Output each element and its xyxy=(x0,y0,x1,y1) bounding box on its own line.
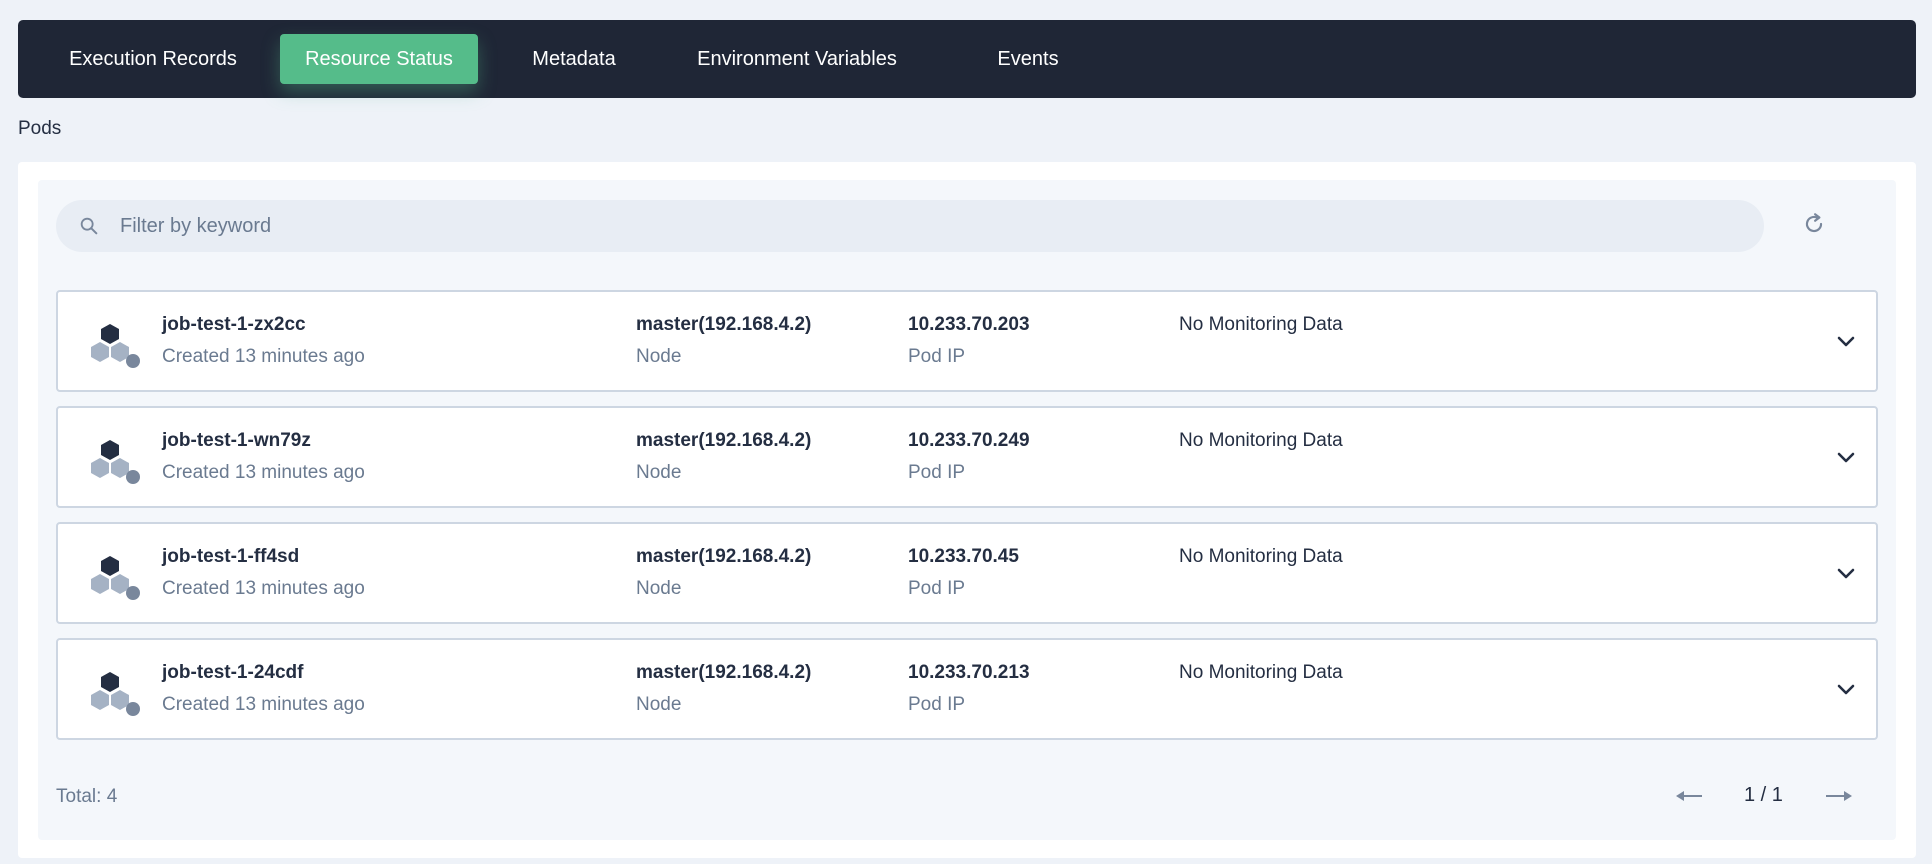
chevron-down-icon[interactable] xyxy=(1834,678,1858,702)
pod-icon xyxy=(91,672,140,716)
search-bar[interactable] xyxy=(56,200,1764,252)
pod-monitoring: No Monitoring Data xyxy=(1179,430,1343,451)
pod-node: master(192.168.4.2) xyxy=(636,314,812,335)
pod-monitoring: No Monitoring Data xyxy=(1179,662,1343,683)
pod-ip: 10.233.70.249 xyxy=(908,430,1030,451)
pod-name[interactable]: job-test-1-zx2cc xyxy=(162,314,306,336)
pod-name[interactable]: job-test-1-wn79z xyxy=(162,430,311,452)
pod-node-label: Node xyxy=(636,462,682,483)
pod-row[interactable]: job-test-1-zx2cc Created 13 minutes ago … xyxy=(56,290,1878,392)
pod-row[interactable]: job-test-1-ff4sd Created 13 minutes ago … xyxy=(56,522,1878,624)
chevron-down-icon[interactable] xyxy=(1834,446,1858,470)
tab-execution-records[interactable]: Execution Records xyxy=(46,34,260,84)
pod-ip: 10.233.70.213 xyxy=(908,662,1030,683)
chevron-down-icon[interactable] xyxy=(1834,562,1858,586)
pod-node: master(192.168.4.2) xyxy=(636,662,812,683)
search-icon xyxy=(80,217,98,235)
pod-ip: 10.233.70.203 xyxy=(908,314,1030,335)
search-input[interactable] xyxy=(120,200,1740,252)
tab-metadata[interactable]: Metadata xyxy=(512,34,636,84)
pod-icon xyxy=(91,556,140,600)
pods-panel: job-test-1-zx2cc Created 13 minutes ago … xyxy=(18,162,1916,858)
pod-created: Created 13 minutes ago xyxy=(162,346,365,367)
section-title: Pods xyxy=(18,118,62,139)
pod-node-label: Node xyxy=(636,578,682,599)
pods-container: job-test-1-zx2cc Created 13 minutes ago … xyxy=(38,180,1896,840)
tab-bar: Execution Records Resource Status Metada… xyxy=(18,20,1916,98)
tab-events[interactable]: Events xyxy=(978,34,1078,84)
pod-monitoring: No Monitoring Data xyxy=(1179,546,1343,567)
pod-node: master(192.168.4.2) xyxy=(636,546,812,567)
tab-resource-status[interactable]: Resource Status xyxy=(280,34,478,84)
pod-ip-label: Pod IP xyxy=(908,462,966,483)
pod-node-label: Node xyxy=(636,694,682,715)
pod-ip: 10.233.70.45 xyxy=(908,546,1019,567)
pod-monitoring: No Monitoring Data xyxy=(1179,314,1343,335)
arrow-left-icon[interactable] xyxy=(1674,784,1704,808)
pod-row[interactable]: job-test-1-24cdf Created 13 minutes ago … xyxy=(56,638,1878,740)
pod-name[interactable]: job-test-1-24cdf xyxy=(162,662,303,684)
pod-icon xyxy=(91,324,140,368)
pod-node: master(192.168.4.2) xyxy=(636,430,812,451)
total-count: Total: 4 xyxy=(56,786,118,807)
pod-created: Created 13 minutes ago xyxy=(162,694,365,715)
pod-created: Created 13 minutes ago xyxy=(162,462,365,483)
chevron-down-icon[interactable] xyxy=(1834,330,1858,354)
pod-node-label: Node xyxy=(636,346,682,367)
pod-name[interactable]: job-test-1-ff4sd xyxy=(162,546,299,568)
pod-ip-label: Pod IP xyxy=(908,694,966,715)
tab-environment-variables[interactable]: Environment Variables xyxy=(672,34,922,84)
pod-row[interactable]: job-test-1-wn79z Created 13 minutes ago … xyxy=(56,406,1878,508)
pod-icon xyxy=(91,440,140,484)
pod-ip-label: Pod IP xyxy=(908,578,966,599)
pod-ip-label: Pod IP xyxy=(908,346,966,367)
page-indicator: 1 / 1 xyxy=(1744,784,1783,806)
pod-created: Created 13 minutes ago xyxy=(162,578,365,599)
arrow-right-icon[interactable] xyxy=(1824,784,1854,808)
refresh-icon[interactable] xyxy=(1801,211,1827,237)
